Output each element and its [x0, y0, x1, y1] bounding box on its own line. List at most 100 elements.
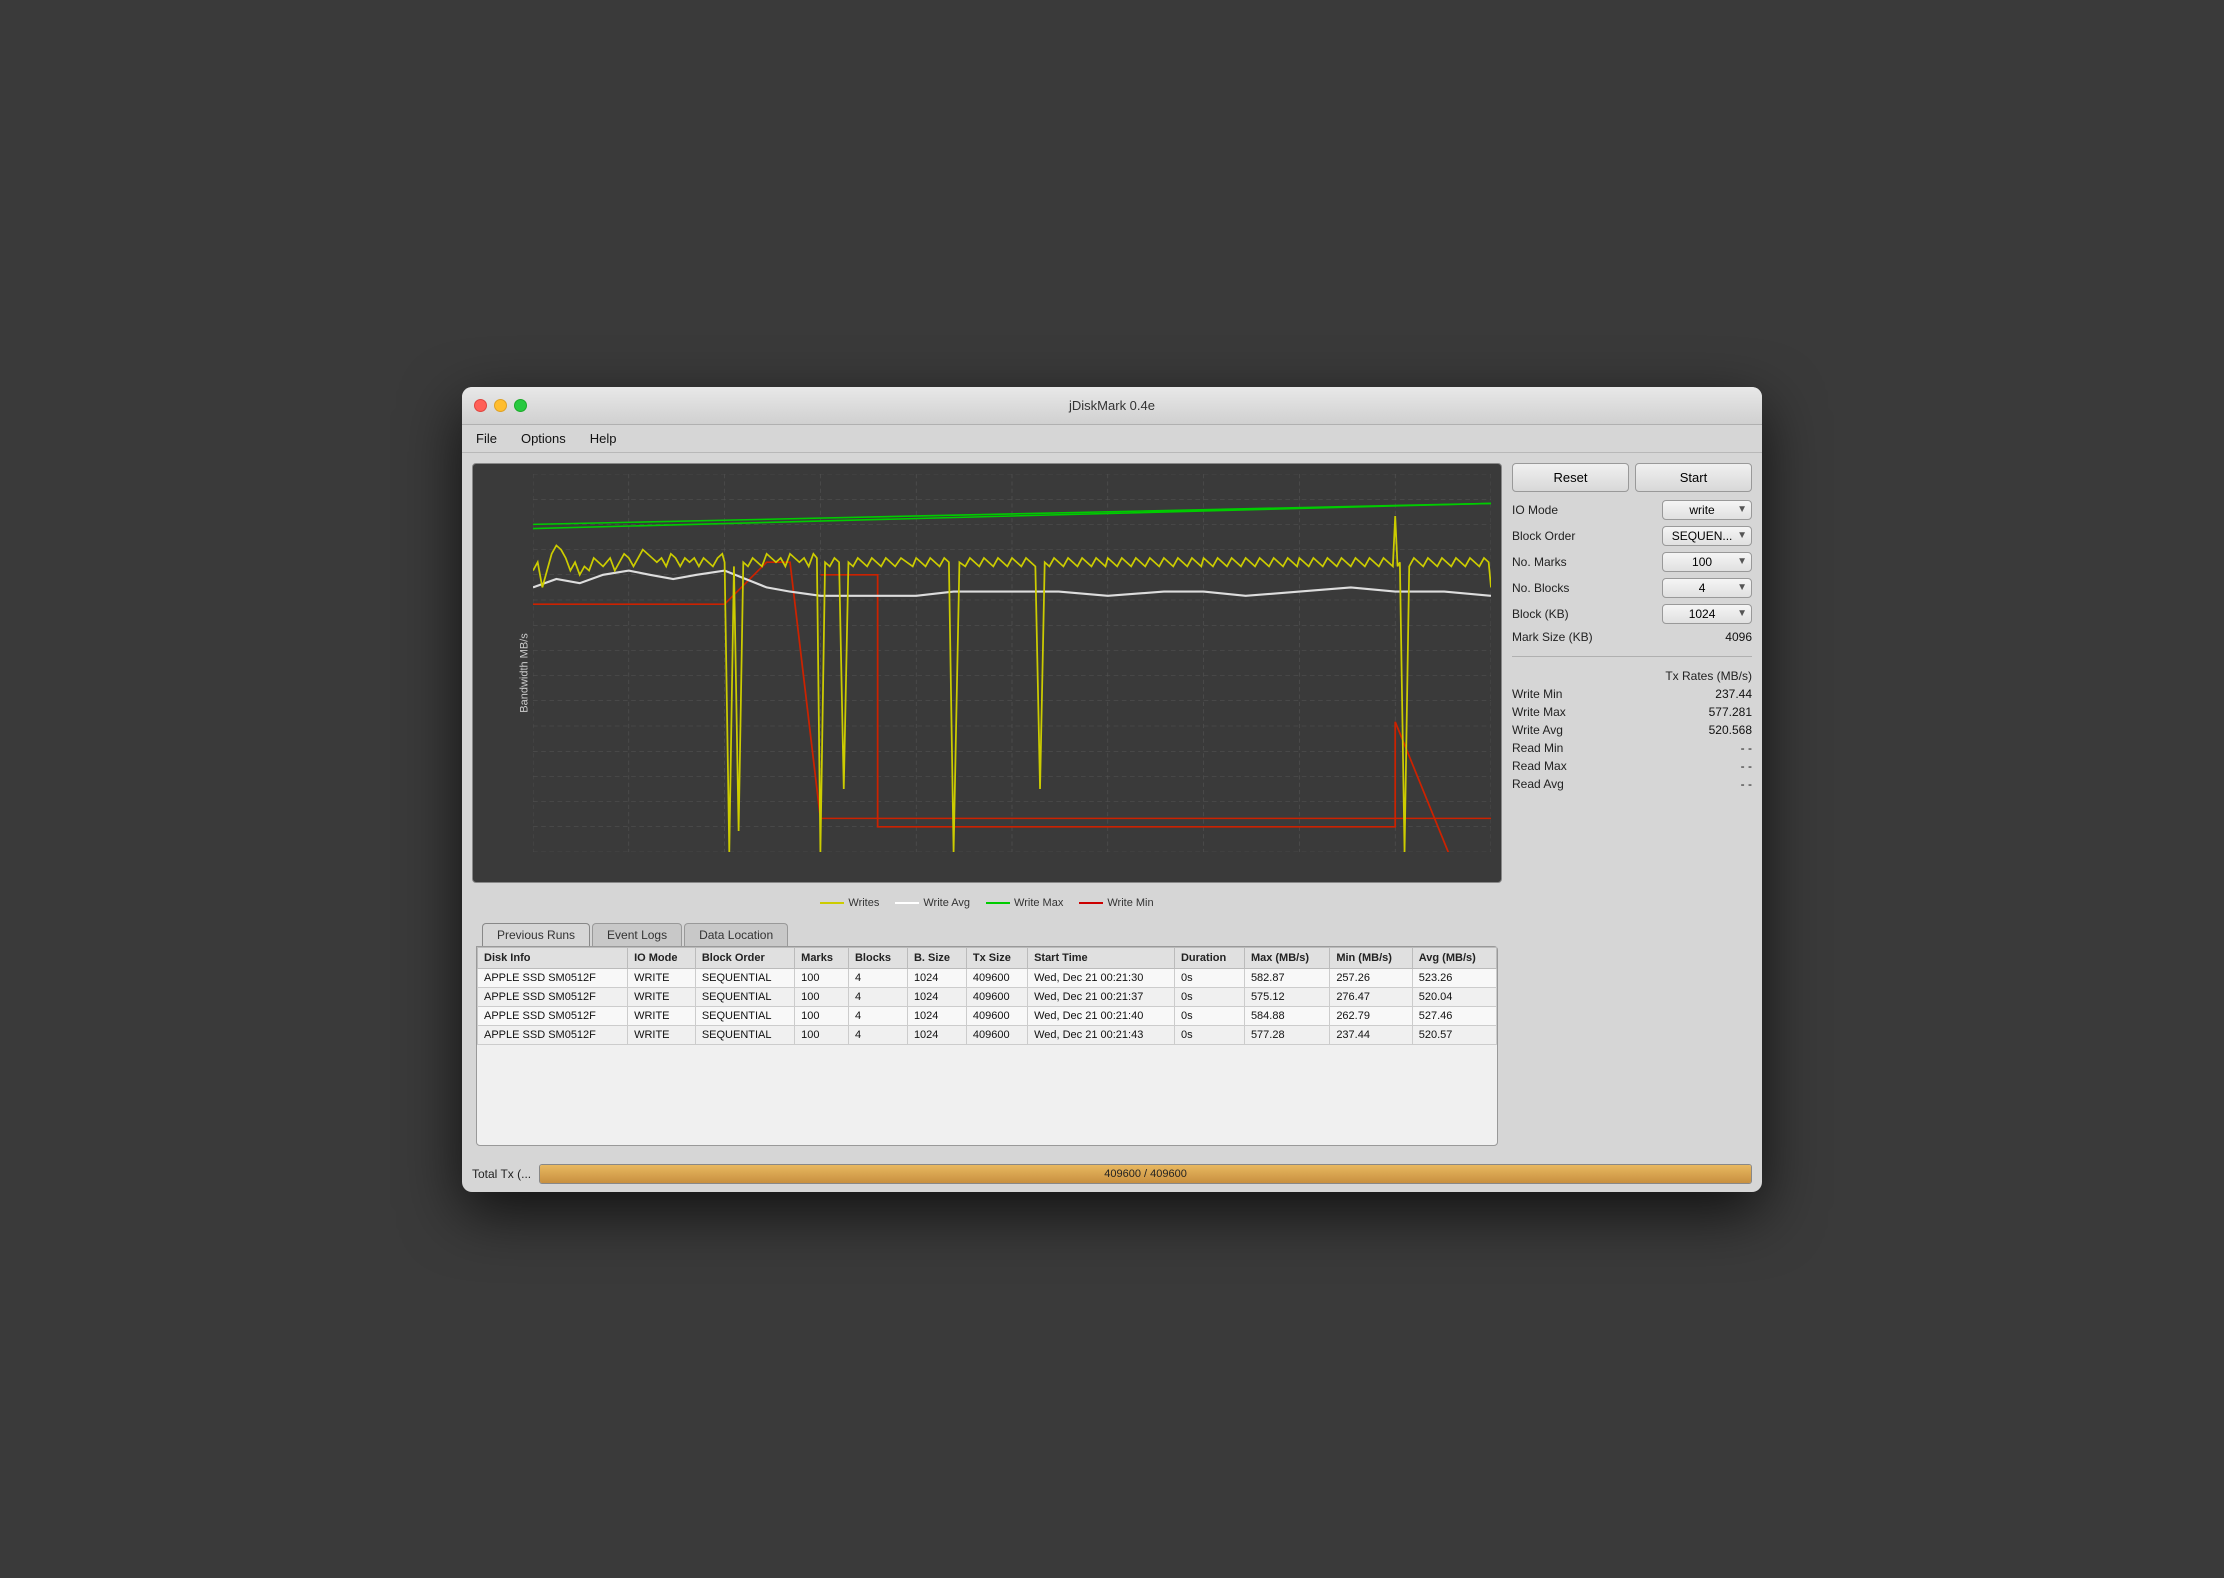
read-min-row: Read Min - -: [1512, 741, 1752, 755]
table-cell: 237.44: [1330, 1025, 1412, 1044]
block-order-value: SEQUEN...: [1667, 529, 1737, 543]
table-cell: 582.87: [1244, 968, 1329, 987]
col-disk-info: Disk Info: [478, 947, 628, 968]
legend-write-min-label: Write Min: [1107, 897, 1153, 909]
io-mode-select[interactable]: write ▼: [1662, 500, 1752, 520]
table-cell: WRITE: [628, 1006, 696, 1025]
read-avg-label: Read Avg: [1512, 777, 1564, 791]
io-mode-value: write: [1667, 503, 1737, 517]
progress-label: Total Tx (...: [472, 1167, 531, 1181]
tab-event-logs[interactable]: Event Logs: [592, 923, 682, 946]
table-row[interactable]: APPLE SSD SM0512FWRITESEQUENTIAL10041024…: [478, 1025, 1497, 1044]
reset-button[interactable]: Reset: [1512, 463, 1629, 492]
table-header-row: Disk Info IO Mode Block Order Marks Bloc…: [478, 947, 1497, 968]
io-mode-label: IO Mode: [1512, 503, 1558, 517]
legend-write-max: Write Max: [986, 897, 1063, 909]
table-cell: 409600: [966, 987, 1027, 1006]
write-max-label: Write Max: [1512, 705, 1566, 719]
read-max-row: Read Max - -: [1512, 759, 1752, 773]
maximize-button[interactable]: [514, 399, 527, 412]
table-row[interactable]: APPLE SSD SM0512FWRITESEQUENTIAL10041024…: [478, 1006, 1497, 1025]
read-min-value: - -: [1741, 741, 1752, 755]
table-cell: 577.28: [1244, 1025, 1329, 1044]
col-avg: Avg (MB/s): [1412, 947, 1496, 968]
write-avg-value: 520.568: [1709, 723, 1752, 737]
legend-write-avg: Write Avg: [895, 897, 970, 909]
col-txsize: Tx Size: [966, 947, 1027, 968]
legend-writes-label: Writes: [848, 897, 879, 909]
close-button[interactable]: [474, 399, 487, 412]
col-max: Max (MB/s): [1244, 947, 1329, 968]
table-cell: APPLE SSD SM0512F: [478, 1025, 628, 1044]
menu-options[interactable]: Options: [517, 429, 570, 448]
main-content: Bandwidth MB/s: [462, 453, 1762, 1156]
table-cell: APPLE SSD SM0512F: [478, 968, 628, 987]
table-cell: 0s: [1174, 1006, 1244, 1025]
table-cell: 100: [795, 987, 849, 1006]
no-blocks-select[interactable]: 4 ▼: [1662, 578, 1752, 598]
table-cell: 527.46: [1412, 1006, 1496, 1025]
table-cell: Wed, Dec 21 00:21:40: [1028, 1006, 1175, 1025]
tabs-panel: Previous Runs Event Logs Data Location D…: [472, 917, 1502, 1146]
table-row[interactable]: APPLE SSD SM0512FWRITESEQUENTIAL10041024…: [478, 987, 1497, 1006]
tx-rates-header: Tx Rates (MB/s): [1512, 669, 1752, 683]
chart-svg: 225 250 275 300 325 350 375 400 425 450 …: [533, 474, 1491, 852]
block-order-select[interactable]: SEQUEN... ▼: [1662, 526, 1752, 546]
no-blocks-value: 4: [1667, 581, 1737, 595]
io-mode-row: IO Mode write ▼: [1512, 500, 1752, 520]
start-button[interactable]: Start: [1635, 463, 1752, 492]
tab-data-location[interactable]: Data Location: [684, 923, 788, 946]
settings-panel: IO Mode write ▼ Block Order SEQUEN... ▼: [1512, 500, 1752, 644]
no-blocks-row: No. Blocks 4 ▼: [1512, 578, 1752, 598]
table-row[interactable]: APPLE SSD SM0512FWRITESEQUENTIAL10041024…: [478, 968, 1497, 987]
read-min-label: Read Min: [1512, 741, 1563, 755]
left-panel: Bandwidth MB/s: [472, 463, 1502, 1146]
table-cell: 4: [848, 1025, 907, 1044]
legend-write-max-label: Write Max: [1014, 897, 1063, 909]
menubar: File Options Help: [462, 425, 1762, 453]
block-order-row: Block Order SEQUEN... ▼: [1512, 526, 1752, 546]
table-cell: 409600: [966, 968, 1027, 987]
mark-size-label: Mark Size (KB): [1512, 630, 1593, 644]
table-cell: 409600: [966, 1025, 1027, 1044]
no-marks-select[interactable]: 100 ▼: [1662, 552, 1752, 572]
table-cell: 409600: [966, 1006, 1027, 1025]
read-max-label: Read Max: [1512, 759, 1567, 773]
titlebar: jDiskMark 0.4e: [462, 387, 1762, 425]
chart-legend: Writes Write Avg Write Max Write Min: [472, 897, 1502, 909]
block-kb-row: Block (KB) 1024 ▼: [1512, 604, 1752, 624]
read-avg-row: Read Avg - -: [1512, 777, 1752, 791]
table-cell: 100: [795, 1006, 849, 1025]
table-cell: WRITE: [628, 968, 696, 987]
table-cell: SEQUENTIAL: [695, 1006, 794, 1025]
table-cell: 520.57: [1412, 1025, 1496, 1044]
bottom-bar: Total Tx (... 409600 / 409600: [462, 1156, 1762, 1192]
menu-file[interactable]: File: [472, 429, 501, 448]
legend-write-avg-line: [895, 902, 919, 904]
action-buttons: Reset Start: [1512, 463, 1752, 492]
table-cell: APPLE SSD SM0512F: [478, 1006, 628, 1025]
table-cell: 1024: [907, 987, 966, 1006]
menu-help[interactable]: Help: [586, 429, 621, 448]
table-cell: 584.88: [1244, 1006, 1329, 1025]
block-kb-label: Block (KB): [1512, 607, 1569, 621]
col-block-order: Block Order: [695, 947, 794, 968]
col-min: Min (MB/s): [1330, 947, 1412, 968]
table-cell: 257.26: [1330, 968, 1412, 987]
table-cell: Wed, Dec 21 00:21:30: [1028, 968, 1175, 987]
block-kb-arrow: ▼: [1737, 608, 1747, 619]
table-cell: 4: [848, 968, 907, 987]
stats-section: Tx Rates (MB/s) Write Min 237.44 Write M…: [1512, 669, 1752, 791]
progress-bar-fill: 409600 / 409600: [540, 1165, 1751, 1183]
table-cell: 520.04: [1412, 987, 1496, 1006]
read-max-value: - -: [1741, 759, 1752, 773]
tab-previous-runs[interactable]: Previous Runs: [482, 923, 590, 946]
tab-content: Disk Info IO Mode Block Order Marks Bloc…: [476, 946, 1498, 1146]
table-cell: SEQUENTIAL: [695, 968, 794, 987]
col-start-time: Start Time: [1028, 947, 1175, 968]
traffic-lights: [474, 399, 527, 412]
minimize-button[interactable]: [494, 399, 507, 412]
col-marks: Marks: [795, 947, 849, 968]
table-cell: 276.47: [1330, 987, 1412, 1006]
block-kb-select[interactable]: 1024 ▼: [1662, 604, 1752, 624]
